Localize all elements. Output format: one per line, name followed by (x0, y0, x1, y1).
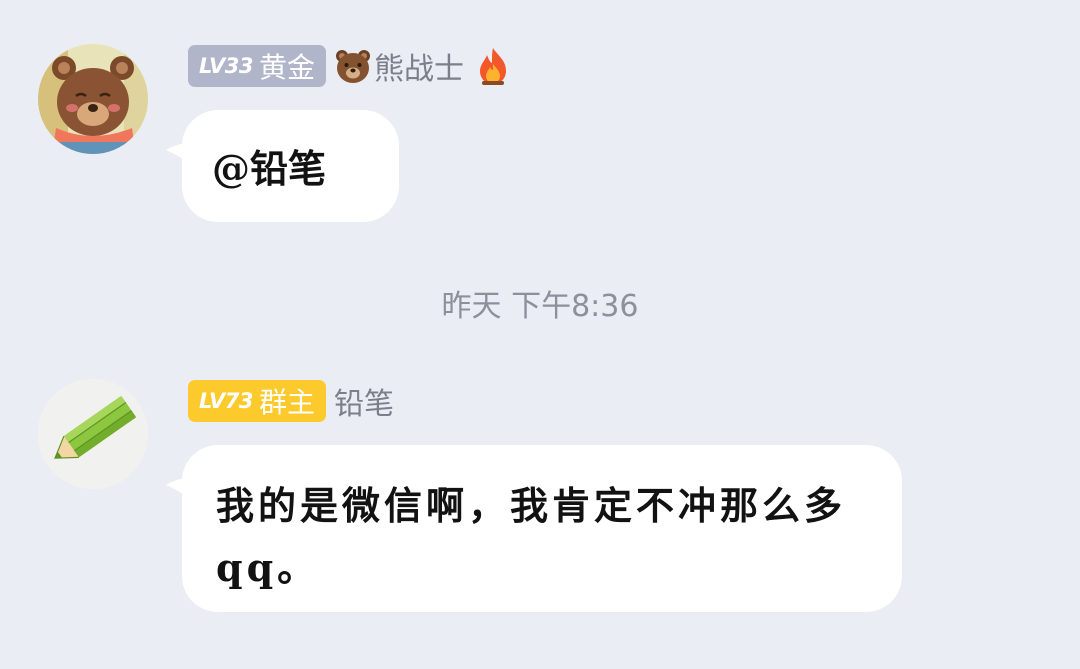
bubble-tail (166, 142, 196, 168)
badge-level: LV73 (199, 389, 253, 413)
message-bubble[interactable]: @铅笔 (166, 110, 399, 222)
sender-name[interactable]: 铅笔 (334, 379, 394, 423)
timestamp: 昨天 下午8:36 (441, 289, 639, 324)
level-badge[interactable]: LV33 黄金 (188, 45, 326, 87)
badge-title: 群主 (258, 386, 315, 419)
message-header: LV33 黄金 熊战士 (188, 44, 510, 88)
bubble-tail (166, 477, 196, 503)
bear-face-icon (334, 47, 372, 85)
message-text: @铅笔 (212, 146, 327, 191)
badge-title: 黄金 (258, 51, 315, 84)
message-bubble[interactable]: 我的是微信啊，我肯定不冲那么多qq。 (166, 445, 902, 612)
message-text: 我的是微信啊，我肯定不冲那么多qq。 (216, 483, 847, 590)
fire-icon (476, 46, 510, 86)
bear-avatar[interactable] (38, 44, 148, 154)
pencil-avatar[interactable] (38, 379, 148, 489)
badge-level: LV33 (199, 54, 253, 78)
message-header: LV73 群主 铅笔 (188, 379, 394, 423)
sender-name[interactable]: 熊战士 (374, 44, 464, 88)
level-badge[interactable]: LV73 群主 (188, 380, 326, 422)
